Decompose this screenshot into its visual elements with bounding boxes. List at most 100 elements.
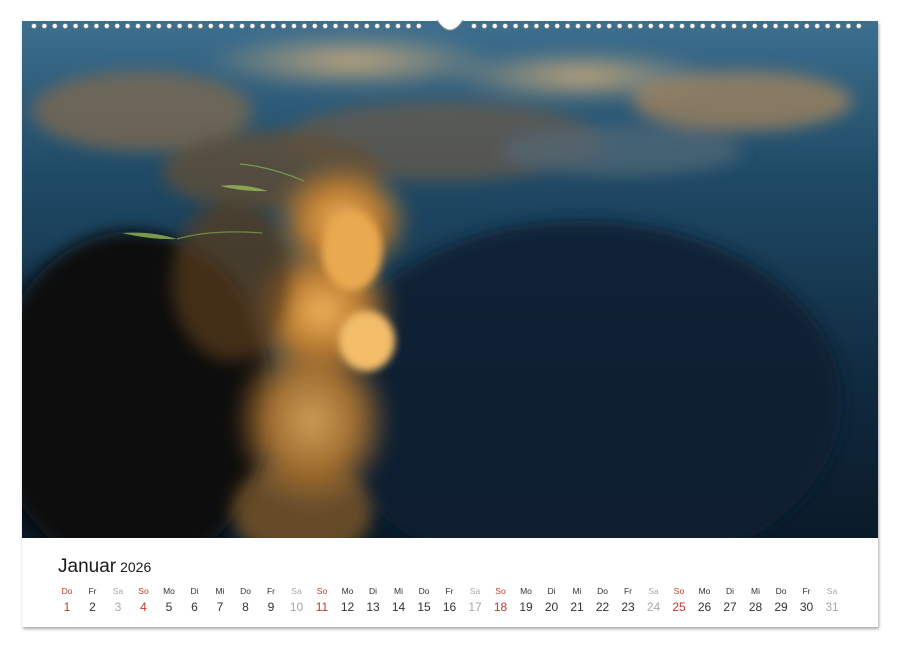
day-number: 11	[310, 600, 334, 614]
day-number: 21	[565, 600, 589, 614]
binding-hole	[385, 24, 390, 29]
binding-hole	[544, 24, 549, 29]
day-number: 30	[795, 600, 819, 614]
binding-hole	[302, 24, 307, 29]
day-name: So	[489, 586, 513, 596]
binding-hole	[250, 24, 255, 29]
binding-hole	[156, 24, 161, 29]
day-number: 28	[744, 600, 768, 614]
day-name: Mi	[208, 586, 232, 596]
binding-hole	[534, 24, 539, 29]
day-number: 20	[540, 600, 564, 614]
binding-hole	[73, 24, 78, 29]
hanger-notch	[437, 20, 463, 30]
binding-hole	[240, 24, 245, 29]
binding-hole	[721, 24, 726, 29]
day-number: 24	[642, 600, 666, 614]
day-number: 5	[157, 600, 181, 614]
binding-hole	[607, 24, 612, 29]
binding-hole	[323, 24, 328, 29]
day-number: 14	[387, 600, 411, 614]
month-title: Januar2026	[58, 556, 151, 578]
day-name: Fr	[438, 586, 462, 596]
binding-hole	[281, 24, 286, 29]
binding-hole	[503, 24, 508, 29]
day-number: 16	[438, 600, 462, 614]
day-number: 19	[514, 600, 538, 614]
day-name: Mi	[387, 586, 411, 596]
binding-hole	[344, 24, 349, 29]
binding-hole	[576, 24, 581, 29]
day-number: 23	[616, 600, 640, 614]
binding-hole	[825, 24, 830, 29]
binding-hole	[188, 24, 193, 29]
binding-hole	[794, 24, 799, 29]
month-calendar: Januar2026 Do1Fr2Sa3So4Mo5Di6Mi7Do8Fr9Sa…	[22, 538, 878, 627]
day-name: Mo	[336, 586, 360, 596]
day-name: So	[310, 586, 334, 596]
day-number: 9	[259, 600, 283, 614]
binding-hole	[742, 24, 747, 29]
binding-hole	[406, 24, 411, 29]
day-number: 1	[55, 600, 79, 614]
day-number: 8	[234, 600, 258, 614]
binding-hole	[752, 24, 757, 29]
day-number: 27	[718, 600, 742, 614]
day-number: 17	[463, 600, 487, 614]
binding-hole	[669, 24, 674, 29]
day-name: Do	[234, 586, 258, 596]
binding-hole	[125, 24, 130, 29]
day-name: Do	[412, 586, 436, 596]
binding-hole	[375, 24, 380, 29]
day-number: 2	[81, 600, 105, 614]
binding-hole	[84, 24, 89, 29]
photo	[22, 21, 878, 538]
binding-hole	[104, 24, 109, 29]
binding-hole	[396, 24, 401, 29]
lake-reflection-image	[22, 21, 878, 538]
binding-hole	[167, 24, 172, 29]
day-name: Sa	[106, 586, 130, 596]
binding-hole	[416, 24, 421, 29]
binding-hole	[586, 24, 591, 29]
day-name: Sa	[463, 586, 487, 596]
day-name: So	[132, 586, 156, 596]
day-number: 15	[412, 600, 436, 614]
binding-hole	[136, 24, 141, 29]
day-name: Fr	[81, 586, 105, 596]
day-name: Mo	[157, 586, 181, 596]
day-number: 7	[208, 600, 232, 614]
binding-hole	[846, 24, 851, 29]
day-name: Mi	[565, 586, 589, 596]
binding-hole	[146, 24, 151, 29]
day-number: 4	[132, 600, 156, 614]
binding-hole	[472, 24, 477, 29]
binding-hole	[513, 24, 518, 29]
binding-hole	[690, 24, 695, 29]
day-name: Fr	[259, 586, 283, 596]
day-name: Sa	[820, 586, 844, 596]
day-name: Sa	[285, 586, 309, 596]
day-name: Mo	[514, 586, 538, 596]
binding-hole	[784, 24, 789, 29]
binding-hole	[804, 24, 809, 29]
binding-hole	[364, 24, 369, 29]
day-name: Di	[718, 586, 742, 596]
binding-hole	[115, 24, 120, 29]
binding-hole	[648, 24, 653, 29]
day-name: Fr	[616, 586, 640, 596]
binding-hole	[354, 24, 359, 29]
binding-hole	[638, 24, 643, 29]
binding-hole	[700, 24, 705, 29]
day-number: 13	[361, 600, 385, 614]
binding-hole	[732, 24, 737, 29]
day-name: Mo	[693, 586, 717, 596]
binding-hole	[836, 24, 841, 29]
day-name: Do	[591, 586, 615, 596]
binding-hole	[555, 24, 560, 29]
day-number: 29	[769, 600, 793, 614]
day-name: Do	[769, 586, 793, 596]
binding-hole	[94, 24, 99, 29]
binding-hole	[565, 24, 570, 29]
binding-hole	[711, 24, 716, 29]
